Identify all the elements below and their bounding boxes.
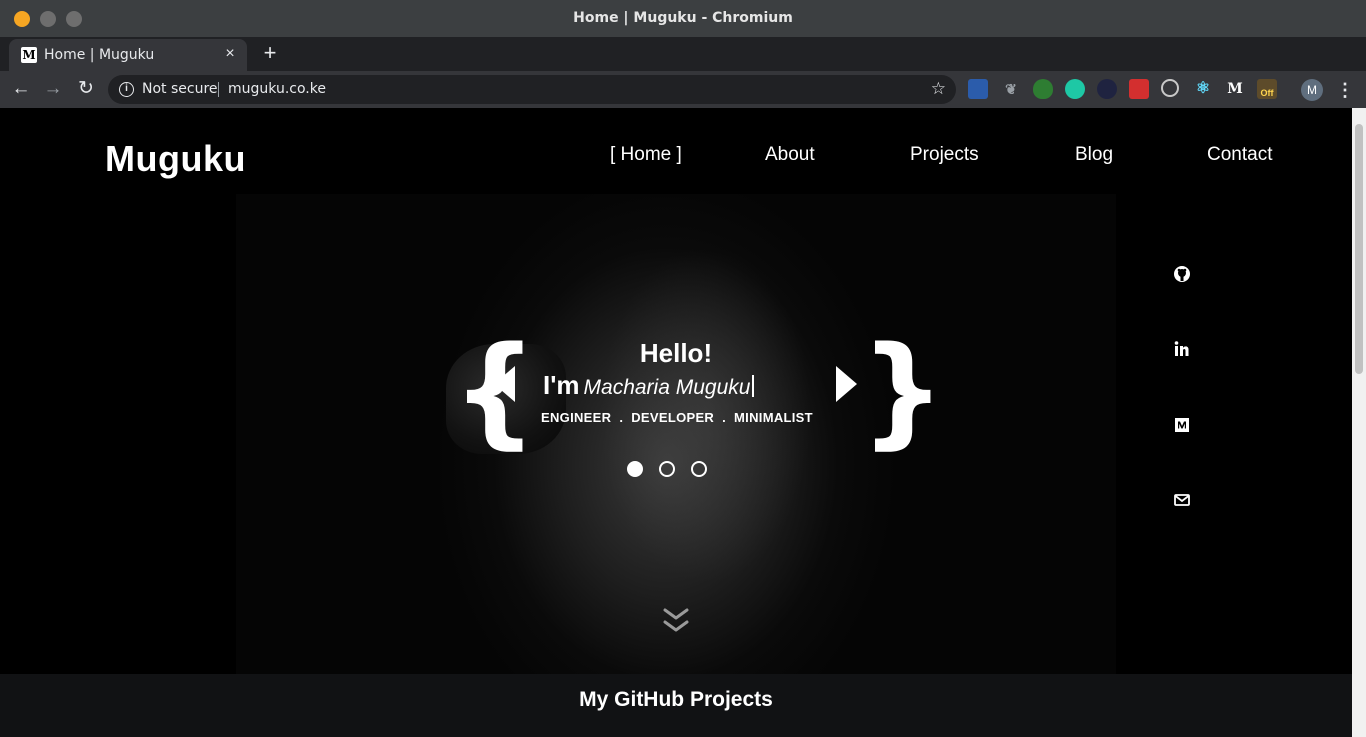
ext-react-icon[interactable]: ⚛ [1193, 79, 1213, 99]
medium-favicon-icon: M [21, 47, 37, 63]
tag-engineer: ENGINEER [541, 410, 612, 425]
ext-off-icon[interactable]: Off [1257, 79, 1277, 99]
page-scrollbar[interactable] [1352, 108, 1366, 737]
nav-projects[interactable]: Projects [910, 144, 979, 166]
nav-home[interactable]: [ Home ] [610, 144, 682, 166]
window-title: Home | Muguku - Chromium [573, 10, 793, 26]
hero-tagline: ENGINEER. DEVELOPER. MINIMALIST [541, 410, 813, 425]
ext-target-icon[interactable] [1161, 79, 1179, 97]
scrollbar-thumb[interactable] [1355, 124, 1363, 374]
tag-minimalist: MINIMALIST [734, 410, 813, 425]
hero-name: Macharia Muguku [583, 376, 751, 399]
profile-avatar[interactable]: M [1301, 79, 1323, 101]
github-icon[interactable] [1173, 265, 1191, 283]
mail-icon[interactable] [1173, 491, 1191, 509]
nav-blog[interactable]: Blog [1075, 144, 1113, 166]
url-text[interactable]: muguku.co.ke [228, 81, 326, 97]
address-bar[interactable]: i Not secure muguku.co.ke ☆ [108, 75, 956, 104]
browser-toolbar: ← → ↻ i Not secure muguku.co.ke ☆ ❦ ⚛ M … [0, 71, 1366, 108]
reload-button[interactable]: ↻ [74, 78, 98, 102]
scroll-down-chevron-icon[interactable] [662, 606, 690, 636]
medium-icon[interactable] [1173, 416, 1191, 434]
ext-lock-icon[interactable] [1065, 79, 1085, 99]
ext-pin-icon[interactable] [1129, 79, 1149, 99]
ext-paw-icon[interactable]: ❦ [1001, 79, 1021, 99]
nav-contact[interactable]: Contact [1207, 144, 1272, 166]
hero-background-photo [236, 194, 1116, 674]
site-brand[interactable]: Muguku [105, 138, 246, 180]
carousel-dot-2[interactable] [659, 461, 675, 477]
tab-strip: M Home | Muguku × + [0, 37, 1366, 71]
ext-shield-icon[interactable] [1033, 79, 1053, 99]
forward-button[interactable]: → [41, 78, 65, 102]
bookmark-star-icon[interactable]: ☆ [931, 79, 946, 99]
linkedin-icon[interactable] [1173, 340, 1191, 358]
nav-about[interactable]: About [765, 144, 815, 166]
hero-im: I'm [543, 370, 580, 400]
window-titlebar: Home | Muguku - Chromium [0, 0, 1366, 37]
tag-separator: . [722, 410, 727, 425]
carousel-dot-3[interactable] [691, 461, 707, 477]
tab-home[interactable]: M Home | Muguku × [9, 39, 247, 71]
section-title: My GitHub Projects [579, 688, 773, 711]
portrait-shade [506, 194, 866, 674]
tab-title: Home | Muguku [44, 47, 155, 63]
info-icon[interactable]: i [119, 82, 134, 97]
address-separator [218, 82, 219, 97]
ext-medium-icon[interactable]: M [1225, 79, 1245, 99]
page-viewport: Muguku [ Home ] About Projects Blog Cont… [0, 108, 1352, 737]
tab-close-icon[interactable]: × [221, 45, 239, 63]
ext-blue-icon[interactable] [968, 79, 988, 99]
typing-cursor [752, 375, 755, 397]
github-projects-section: My GitHub Projects [0, 674, 1352, 737]
hero-intro: I'm Macharia Muguku [543, 370, 755, 401]
hero-hello: Hello! [639, 338, 713, 368]
security-label[interactable]: Not secure [142, 81, 218, 97]
carousel-dot-1[interactable] [627, 461, 643, 477]
browser-menu-icon[interactable]: ⋮ [1336, 79, 1354, 101]
back-button[interactable]: ← [9, 78, 33, 102]
new-tab-button[interactable]: + [258, 42, 282, 66]
tag-developer: DEVELOPER [631, 410, 715, 425]
carousel-next-icon[interactable] [836, 366, 857, 402]
tag-separator: . [619, 410, 624, 425]
ext-dark-icon[interactable] [1097, 79, 1117, 99]
carousel-prev-icon[interactable] [494, 366, 515, 402]
